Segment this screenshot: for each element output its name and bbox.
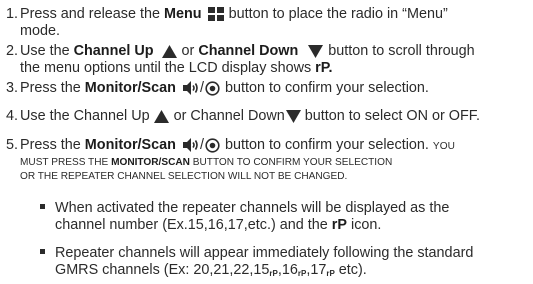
step-number: 5. bbox=[6, 137, 19, 153]
bullet-text: GMRS channels (Ex: 20,21,22,15 bbox=[55, 262, 270, 278]
step-text: Press and release the bbox=[20, 6, 164, 22]
step-text: the menu options until the LCD display s… bbox=[20, 60, 316, 76]
step-text: Press the bbox=[20, 80, 85, 96]
bullet-text: etc). bbox=[334, 262, 367, 278]
triangle-down-icon bbox=[308, 44, 324, 58]
speaker-icon bbox=[182, 81, 198, 96]
instruction-page: 1. Press and release the Menu button to p… bbox=[0, 0, 533, 284]
step-text: or bbox=[177, 43, 199, 59]
bullet-square-icon bbox=[40, 204, 45, 209]
step-number: 1. bbox=[6, 6, 19, 22]
separator: / bbox=[199, 137, 204, 153]
bullet-square-icon bbox=[40, 249, 45, 254]
separator: / bbox=[199, 80, 204, 96]
bullet-text: Repeater channels will appear immediatel… bbox=[55, 245, 474, 261]
channel-down-label: Channel Down bbox=[198, 43, 299, 59]
step-4: 4. Use the Channel Up or Channel Down but… bbox=[6, 108, 528, 125]
caps-warning: BUTTON TO CONFIRM YOUR SELECTION bbox=[189, 157, 393, 168]
monitor-scan-label: Monitor/Scan bbox=[84, 137, 176, 153]
step-text: or Channel Down bbox=[169, 108, 285, 124]
scan-icon bbox=[205, 138, 220, 153]
triangle-up-icon bbox=[153, 109, 169, 123]
bullet-item-1: When activated the repeater channels wil… bbox=[40, 200, 528, 234]
menu-grid-icon bbox=[207, 7, 224, 22]
step-number: 3. bbox=[6, 80, 19, 96]
bullet-text: channel number (Ex.15,16,17,etc.) and th… bbox=[55, 217, 332, 233]
menu-label: Menu bbox=[164, 6, 202, 22]
rp-subscript: rP bbox=[269, 269, 278, 278]
rp-icon-label: rP bbox=[331, 217, 347, 233]
channel-number: 17 bbox=[310, 262, 327, 278]
channel-number: 16 bbox=[281, 262, 298, 278]
step-text: button to scroll through bbox=[324, 43, 475, 59]
rp-subscript: rP bbox=[326, 269, 335, 278]
triangle-down-icon bbox=[285, 109, 301, 123]
step-text: mode. bbox=[20, 23, 60, 39]
step-text: button to place the radio in “Menu” bbox=[224, 6, 448, 22]
step-text: Use the Channel Up bbox=[20, 108, 154, 124]
rp-label: rP. bbox=[315, 60, 333, 76]
caps-monitor-scan: MONITOR/SCAN bbox=[111, 157, 190, 168]
bullet-text: icon. bbox=[347, 217, 382, 233]
step-2: 2. Use the Channel Up or Channel Down but… bbox=[6, 43, 528, 77]
speaker-icon bbox=[182, 138, 198, 153]
step-text: button to confirm your selection. bbox=[220, 80, 429, 96]
step-text: Press the bbox=[20, 137, 85, 153]
bullet-item-2: Repeater channels will appear immediatel… bbox=[40, 245, 528, 282]
caps-warning: YOU bbox=[432, 141, 455, 152]
step-text: button to select ON or OFF. bbox=[300, 108, 480, 124]
caps-warning: MUST PRESS THE bbox=[20, 157, 112, 168]
step-number: 2. bbox=[6, 43, 19, 59]
step-1: 1. Press and release the Menu button to p… bbox=[6, 6, 528, 40]
bullet-text: When activated the repeater channels wil… bbox=[55, 200, 450, 216]
step-text: Use the bbox=[20, 43, 74, 59]
scan-icon bbox=[205, 81, 220, 96]
monitor-scan-label: Monitor/Scan bbox=[84, 80, 176, 96]
caps-warning: OR THE REPEATER CHANNEL SELECTION WILL N… bbox=[20, 171, 348, 182]
step-3: 3. Press the Monitor/Scan / button to con… bbox=[6, 80, 528, 97]
channel-up-label: Channel Up bbox=[73, 43, 154, 59]
triangle-up-icon bbox=[161, 44, 177, 58]
step-text: button to confirm your selection. bbox=[220, 137, 433, 153]
step-5: 5. Press the Monitor/Scan / button to con… bbox=[6, 137, 528, 184]
step-number: 4. bbox=[6, 108, 19, 124]
